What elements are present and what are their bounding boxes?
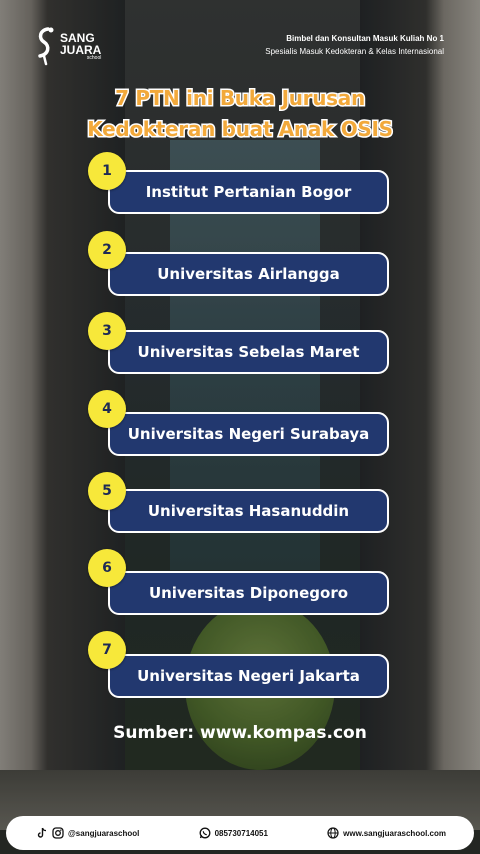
instagram-icon[interactable] — [52, 827, 64, 839]
tagline-primary: Bimbel dan Konsultan Masuk Kuliah No 1 — [286, 34, 444, 43]
list-number-badge: 5 — [88, 472, 126, 510]
list-number-badge: 3 — [88, 312, 126, 350]
website-url[interactable]: www.sangjuaraschool.com — [343, 829, 446, 838]
phone-number[interactable]: 085730714051 — [215, 829, 268, 838]
whatsapp-icon[interactable] — [199, 827, 211, 839]
list-item: Universitas Negeri Jakarta — [108, 654, 389, 698]
social-handle[interactable]: @sangjuaraschool — [68, 829, 139, 838]
logo-text-juara: JUARA — [60, 42, 102, 57]
list-item-label: Universitas Sebelas Maret — [137, 343, 360, 361]
list-number-badge: 7 — [88, 631, 126, 669]
list-item: Universitas Airlangga — [108, 252, 389, 296]
header-tagline: Bimbel dan Konsultan Masuk Kuliah No 1 S… — [265, 34, 444, 56]
list-number-badge: 4 — [88, 390, 126, 428]
title-line-2: Kedokteran buat Anak OSIS — [0, 116, 480, 143]
social-contact[interactable]: @sangjuaraschool — [36, 827, 139, 839]
brand-logo: SANG JUARA school — [34, 26, 101, 66]
list-number-badge: 6 — [88, 549, 126, 587]
title-text-1: 7 PTN ini Buka Jurusan — [114, 85, 367, 112]
globe-icon[interactable] — [327, 827, 339, 839]
poster: SANG JUARA school Bimbel dan Konsultan M… — [0, 0, 480, 854]
logo-text-sang: SANG — [60, 30, 95, 45]
list-number-badge: 1 — [88, 152, 126, 190]
contact-footer: @sangjuaraschool 085730714051 www.sangju… — [6, 816, 474, 850]
phone-contact[interactable]: 085730714051 — [199, 827, 268, 839]
list-item-label: Universitas Hasanuddin — [147, 502, 350, 520]
list-item: Universitas Negeri Surabaya — [108, 412, 389, 456]
list-item-label: Universitas Negeri Surabaya — [127, 425, 370, 443]
list-item: Universitas Diponegoro — [108, 571, 389, 615]
tiktok-icon[interactable] — [36, 827, 48, 839]
list-item-label: Universitas Airlangga — [157, 265, 340, 283]
website-contact[interactable]: www.sangjuaraschool.com — [327, 827, 446, 839]
list-item-label: Universitas Diponegoro — [148, 584, 349, 602]
list-item-label: Universitas Negeri Jakarta — [137, 667, 360, 685]
source-credit: Sumber: www.kompas.con — [113, 723, 367, 743]
tagline-secondary: Spesialis Masuk Kedokteran & Kelas Inter… — [265, 47, 444, 56]
list-number-badge: 2 — [88, 231, 126, 269]
title-line-1: 7 PTN ini Buka Jurusan — [0, 85, 480, 112]
logo-mark-icon — [34, 26, 56, 66]
list-item: Universitas Sebelas Maret — [108, 330, 389, 374]
list-item: Universitas Hasanuddin — [108, 489, 389, 533]
list-item: Institut Pertanian Bogor — [108, 170, 389, 214]
list-item-label: Institut Pertanian Bogor — [145, 183, 352, 201]
logo-wordmark: SANG JUARA school — [60, 32, 101, 61]
title-text-2: Kedokteran buat Anak OSIS — [86, 116, 395, 143]
